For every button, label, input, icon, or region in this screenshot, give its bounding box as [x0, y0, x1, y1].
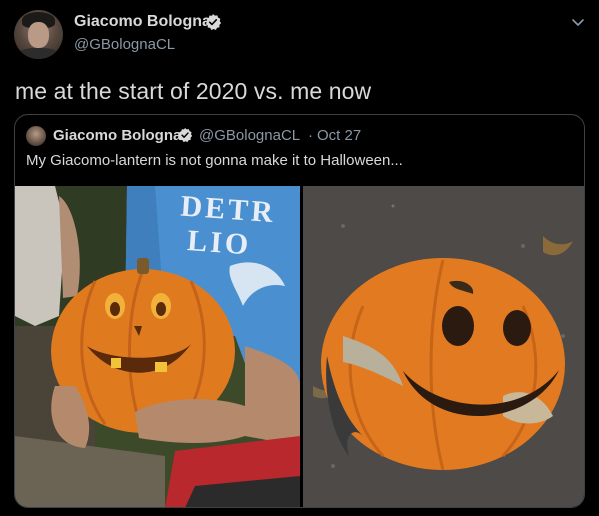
- quoted-author-avatar: [26, 126, 46, 146]
- verified-badge-icon: [205, 14, 222, 31]
- photo-fresh-pumpkin[interactable]: DETR LIO: [15, 186, 300, 507]
- author-name[interactable]: Giacomo Bologna: [74, 13, 211, 31]
- author-avatar[interactable]: [14, 10, 63, 59]
- shirt-print: DETR: [179, 190, 276, 230]
- quoted-tweet-text: My Giacomo-lantern is not gonna make it …: [26, 152, 403, 169]
- chevron-down-icon[interactable]: [570, 14, 586, 30]
- author-handle[interactable]: @GBolognaCL: [74, 36, 175, 53]
- avatar-face: [28, 22, 49, 48]
- quoted-tweet-card[interactable]: Giacomo Bologna @GBolognaCL · Oct 27 My …: [14, 114, 585, 508]
- quoted-tweet-date[interactable]: Oct 27: [317, 127, 361, 144]
- fresh-pumpkin-image: DETR LIO: [15, 186, 300, 507]
- avatar-shirt: [18, 48, 59, 59]
- tweet: Giacomo Bologna @GBolognaCL me at the st…: [0, 0, 599, 516]
- quoted-author-handle: @GBolognaCL: [199, 127, 301, 144]
- photo-rotting-pumpkin[interactable]: [303, 186, 584, 507]
- separator-dot: ·: [308, 127, 313, 144]
- rotting-pumpkin-image: [303, 186, 584, 507]
- quoted-author-name: Giacomo Bologna: [53, 127, 182, 144]
- shirt-print: LIO: [186, 224, 252, 261]
- tweet-text: me at the start of 2020 vs. me now: [15, 78, 372, 104]
- verified-badge-icon: [178, 128, 193, 143]
